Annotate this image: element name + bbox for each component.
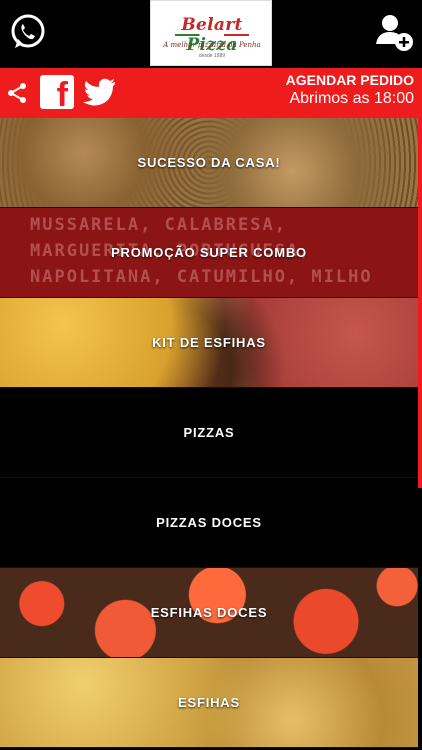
category-label: PROMOÇÃO SUPER COMBO — [111, 245, 307, 260]
category-label: KIT DE ESFIHAS — [152, 335, 266, 350]
category-pizzas[interactable]: PIZZAS — [0, 388, 418, 478]
scrollbar[interactable] — [418, 118, 422, 488]
category-esfihas-doces[interactable]: ESFIHAS DOCES — [0, 568, 418, 658]
whatsapp-icon[interactable] — [8, 12, 48, 52]
facebook-icon[interactable]: f — [40, 75, 74, 112]
category-esfihas[interactable]: ESFIHAS — [0, 658, 418, 748]
opening-time: Abrimos as 18:00 — [289, 90, 414, 107]
category-kit-de-esfihas[interactable]: KIT DE ESFIHAS — [0, 298, 418, 388]
category-label: ESFIHAS DOCES — [150, 605, 268, 620]
top-bar: Belart Pizza A melhor pizzaria da Penha … — [0, 0, 422, 68]
category-sucesso-da-casa[interactable]: SUCESSO DA CASA! — [0, 118, 418, 208]
logo-tagline: A melhor pizzaria da Penha — [163, 41, 261, 49]
category-label: SUCESSO DA CASA! — [137, 155, 281, 170]
category-promocao-super-combo[interactable]: MUSSARELA, CALABRESA, MARGUERITA, PORTUG… — [0, 208, 418, 298]
add-user-icon[interactable] — [374, 12, 416, 54]
share-icon[interactable] — [6, 82, 28, 104]
logo[interactable]: Belart Pizza A melhor pizzaria da Penha … — [150, 0, 272, 66]
schedule-order-link[interactable]: AGENDAR PEDIDO — [286, 72, 414, 88]
category-label: ESFIHAS — [178, 695, 240, 710]
category-list: SUCESSO DA CASA! MUSSARELA, CALABRESA, M… — [0, 118, 418, 748]
action-bar: f AGENDAR PEDIDO Abrimos as 18:00 — [0, 68, 422, 118]
category-label: PIZZAS DOCES — [156, 515, 262, 530]
twitter-icon[interactable] — [82, 76, 116, 108]
logo-flag-stripe — [175, 34, 249, 36]
category-label: PIZZAS — [183, 425, 235, 440]
logo-since: desde 1989 — [198, 53, 226, 59]
category-pizzas-doces[interactable]: PIZZAS DOCES — [0, 478, 418, 568]
